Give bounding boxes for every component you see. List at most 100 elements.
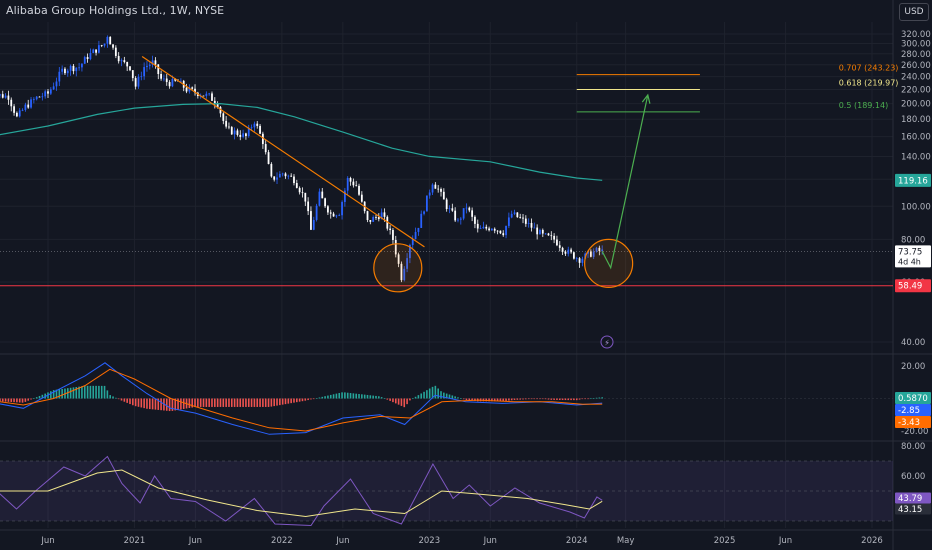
fib-level-label-1: 0.618 (219.97) (839, 79, 899, 88)
macd-histogram-bar (86, 385, 89, 399)
macd-histogram-bar (304, 398, 307, 401)
macd-histogram-bar (584, 398, 587, 400)
macd-histogram-bar (230, 398, 233, 407)
candle-body (417, 227, 420, 232)
macd-histogram-bar (454, 396, 456, 399)
macd-histogram-bar (457, 397, 459, 399)
macd-histogram-bar (361, 394, 363, 399)
macd-histogram-bar (344, 392, 346, 399)
macd-histogram-bar (13, 398, 15, 403)
date-tick-label-5: 2023 (418, 536, 440, 546)
macd-histogram-bar (106, 390, 109, 399)
candle-body (536, 227, 539, 235)
candle-body (242, 133, 244, 137)
candle-body (148, 64, 151, 66)
macd-histogram-bar (519, 398, 521, 400)
macd-histogram-bar (550, 398, 553, 400)
macd-histogram-bar (137, 398, 140, 407)
date-tick-label-2: Jun (188, 536, 202, 546)
macd-histogram-bar (420, 393, 423, 399)
macd-histogram-bar (400, 398, 403, 406)
candle-body (259, 125, 261, 134)
candle-body (372, 217, 375, 222)
macd-histogram-bar (417, 395, 420, 399)
ma-value-label: 119.16 (898, 176, 928, 186)
macd-histogram-bar (290, 398, 292, 404)
date-tick-label-11: 2026 (861, 536, 883, 546)
macd-value-label-0: 0.5870 (898, 394, 928, 404)
candle-body (256, 123, 259, 126)
macd-histogram-bar (380, 397, 383, 399)
candle-body (69, 65, 72, 71)
macd-histogram-bar (321, 396, 324, 399)
macd-histogram-bar (16, 398, 18, 403)
candle-body (278, 173, 281, 178)
candle-body (253, 123, 256, 128)
macd-histogram-bar (341, 392, 343, 399)
candle-body (114, 47, 117, 56)
event-icon-glyph: ⚡ (604, 339, 610, 348)
candle-body (530, 222, 533, 228)
macd-histogram-bar (352, 393, 355, 399)
candle-body (335, 215, 338, 217)
macd-histogram-bar (123, 398, 126, 402)
currency-button[interactable]: USD (899, 3, 929, 21)
macd-histogram-bar (21, 398, 24, 403)
macd-value-label-1: -2.85 (898, 406, 920, 416)
macd-histogram-bar (338, 392, 341, 399)
macd-histogram-bar (375, 395, 377, 399)
macd-histogram-bar (83, 385, 86, 399)
macd-histogram-bar (10, 398, 13, 402)
macd-histogram-bar (296, 398, 298, 403)
candle-body (358, 185, 360, 195)
candle-body (13, 106, 15, 113)
candle-body (488, 228, 490, 231)
price-tick-label-1: 300.00 (901, 40, 931, 50)
macd-value-label-2: -3.43 (898, 418, 920, 428)
macd-histogram-bar (72, 387, 75, 399)
candle-body (163, 78, 165, 80)
date-tick-label-6: Jun (483, 536, 497, 546)
candle-body (533, 227, 536, 229)
macd-histogram-bar (465, 398, 468, 400)
candle-body (502, 233, 505, 236)
candle-body (103, 43, 106, 46)
candle-body (516, 212, 519, 218)
candle-body (58, 71, 61, 82)
macd-histogram-bar (312, 398, 315, 400)
macd-histogram-bar (233, 398, 236, 407)
macd-histogram-bar (293, 398, 295, 403)
macd-histogram-bar (530, 398, 533, 400)
price-tick-label-12: 80.00 (901, 235, 925, 245)
macd-histogram-bar (505, 398, 507, 401)
candle-body (18, 110, 21, 117)
macd-histogram-bar (542, 398, 544, 400)
macd-histogram-bar (132, 398, 134, 406)
candle-body (41, 96, 44, 98)
candle-body (284, 173, 287, 177)
macd-histogram-bar (134, 398, 137, 407)
macd-histogram-bar (126, 398, 128, 403)
candle-body (341, 201, 343, 216)
rsi-value-label-1: 43.15 (898, 505, 922, 515)
candle-body (7, 95, 10, 100)
macd-histogram-bar (180, 398, 182, 410)
candle-body (109, 36, 112, 45)
candle-body (476, 223, 479, 229)
macd-histogram-bar (98, 385, 100, 399)
candle-body (573, 252, 575, 259)
candle-body (222, 113, 225, 121)
macd-histogram-bar (329, 394, 332, 399)
candle-body (454, 210, 457, 221)
candle-body (293, 176, 295, 184)
candle-body (493, 228, 496, 231)
candle-body (44, 91, 47, 97)
candle-body (431, 184, 434, 193)
candle-body (49, 89, 52, 94)
macd-tick-label-1: -20.00 (901, 427, 928, 437)
macd-histogram-bar (146, 398, 148, 409)
macd-histogram-bar (598, 397, 601, 399)
price-tick-label-11: 100.00 (901, 202, 931, 212)
candle-body (338, 215, 341, 217)
chart-canvas[interactable]: 320.00300.00280.00260.00 240.00 220.00 200.… (0, 0, 932, 550)
